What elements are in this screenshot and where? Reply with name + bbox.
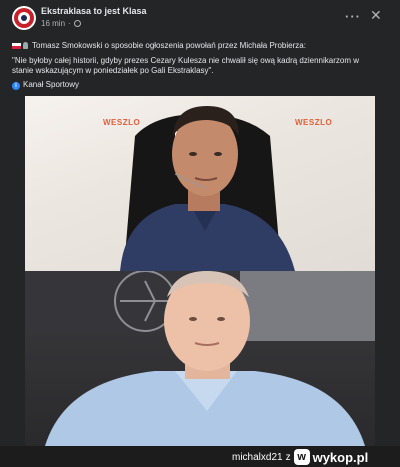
facebook-post: Ekstraklasa to jest Klasa 16 min · ··· ✕… <box>0 0 400 446</box>
post-quote-line2: stanie wskazującym w poniedziałek po Gal… <box>12 66 214 75</box>
poland-flag-icon <box>12 43 21 49</box>
watermark-user: michalxd21 <box>232 451 283 463</box>
watermark-sep: z <box>285 451 291 463</box>
studio-photo: WESZLO WESZLO <box>25 96 375 271</box>
post-source: i Kanał Sportowy <box>12 80 79 90</box>
more-options-icon[interactable]: ··· <box>345 9 361 24</box>
page-avatar[interactable] <box>12 6 36 30</box>
post-time[interactable]: 16 min <box>41 19 65 28</box>
car-scene <box>25 271 375 446</box>
close-icon[interactable]: ✕ <box>370 7 382 24</box>
brand-label-left: WESZLO <box>103 118 141 127</box>
post-header: Ekstraklasa to jest Klasa 16 min · ··· ✕ <box>0 0 400 36</box>
page-name[interactable]: Ekstraklasa to jest Klasa <box>41 6 147 16</box>
car-photo <box>25 271 375 446</box>
globe-icon <box>73 20 81 27</box>
watermark-site: wykop.pl <box>312 449 369 465</box>
microphone-icon <box>23 42 28 49</box>
post-meta: 16 min · <box>41 19 81 28</box>
brand-label-right: WESZLO <box>295 118 333 127</box>
wykop-logo-icon: w <box>293 449 310 465</box>
post-quote-line1: "Nie byłoby całej historii, gdyby prezes… <box>12 56 359 65</box>
post-text-intro: Tomasz Smokowski o sposobie ogłoszenia p… <box>12 41 306 50</box>
info-icon: i <box>12 82 20 90</box>
wykop-watermark: michalxd21 z w wykop.pl <box>232 449 368 465</box>
post-image[interactable]: WESZLO WESZLO <box>25 96 375 446</box>
